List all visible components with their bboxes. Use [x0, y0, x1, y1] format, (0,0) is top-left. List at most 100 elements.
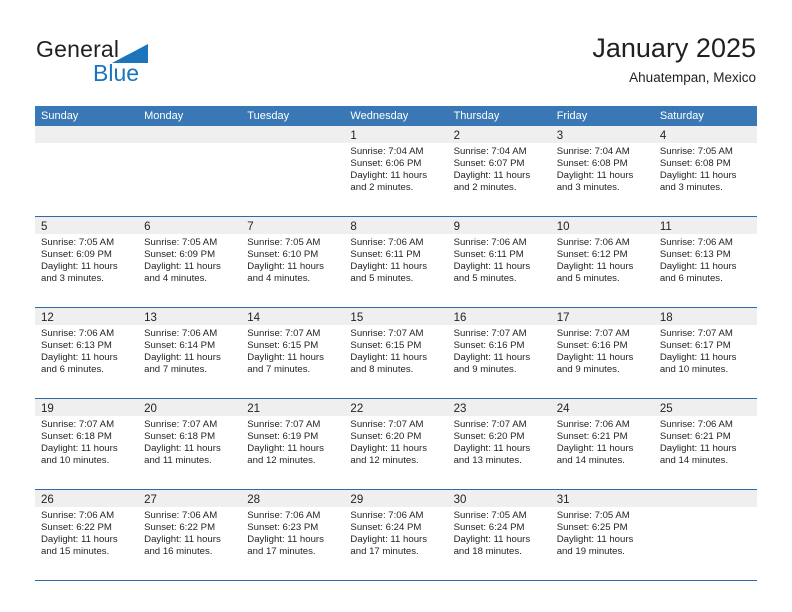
sunset-text: Sunset: 6:22 PM — [41, 522, 112, 534]
day-number: 7 — [247, 221, 254, 233]
sunrise-text: Sunrise: 7:07 AM — [453, 328, 527, 339]
day-cell[interactable]: 9 Sunrise: 7:06 AM Sunset: 6:11 PM Daylight… — [447, 217, 551, 307]
daylight-text-line2: and 5 minutes. — [556, 273, 620, 285]
day-number-band: 13 — [138, 308, 242, 325]
day-cell[interactable]: 1 Sunrise: 7:04 AM Sunset: 6:06 PM Daylight… — [344, 126, 448, 216]
day-sun-info: Sunrise: 7:07 AM Sunset: 6:20 PM Daylight:… — [344, 416, 447, 467]
general-blue-logo: General Blue — [36, 36, 256, 92]
day-number: 29 — [350, 494, 364, 506]
day-number-band — [653, 490, 757, 507]
daylight-text-line1: Daylight: 11 hours — [556, 534, 634, 546]
calendar-weeks: 1 Sunrise: 7:04 AM Sunset: 6:06 PM Daylight… — [35, 126, 757, 581]
daylight-text-line2: and 5 minutes. — [453, 273, 517, 285]
day-cell[interactable]: 3 Sunrise: 7:04 AM Sunset: 6:08 PM Daylight… — [550, 126, 654, 216]
daylight-text-line2: and 3 minutes. — [41, 273, 104, 285]
day-cell[interactable]: 24 Sunrise: 7:06 AM Sunset: 6:21 PM Dayligh… — [550, 399, 654, 489]
day-number: 20 — [144, 403, 157, 415]
daylight-text-line1: Daylight: 11 hours — [350, 170, 428, 182]
day-cell[interactable]: 29 Sunrise: 7:06 AM Sunset: 6:24 PM Dayligh… — [344, 490, 448, 580]
day-number: 16 — [453, 312, 467, 324]
daylight-text-line2: and 19 minutes. — [556, 546, 625, 558]
day-cell[interactable]: 17 Sunrise: 7:07 AM Sunset: 6:16 PM Dayligh… — [550, 308, 654, 398]
sunrise-text: Sunrise: 7:07 AM — [659, 328, 733, 339]
weekday-header-row: Sunday Monday Tuesday Wednesday Thursday Frid… — [35, 106, 757, 126]
day-cell[interactable]: 12 Sunrise: 7:06 AM Sunset: 6:13 PM Dayligh… — [35, 308, 139, 398]
day-cell[interactable]: 7 Sunrise: 7:05 AM Sunset: 6:10 PM Daylight… — [241, 217, 345, 307]
day-number-band — [138, 126, 242, 143]
sunrise-text: Sunrise: 7:06 AM — [659, 237, 733, 248]
daylight-text-line1: Daylight: 11 hours — [350, 352, 428, 364]
sunrise-text: Sunrise: 7:06 AM — [350, 237, 424, 248]
day-cell[interactable]: 16 Sunrise: 7:07 AM Sunset: 6:16 PM Dayligh… — [447, 308, 551, 398]
day-cell[interactable]: 28 Sunrise: 7:06 AM Sunset: 6:23 PM Dayligh… — [241, 490, 345, 580]
day-sun-info: Sunrise: 7:05 AM Sunset: 6:25 PM Daylight:… — [551, 507, 654, 558]
day-cell[interactable]: 4 Sunrise: 7:05 AM Sunset: 6:08 PM Daylight… — [653, 126, 757, 216]
day-cell[interactable]: 21 Sunrise: 7:07 AM Sunset: 6:19 PM Dayligh… — [241, 399, 345, 489]
day-number-band: 27 — [138, 490, 242, 507]
calendar-page: General Blue January 2025 Ahuatempan, Me… — [0, 0, 792, 612]
day-cell[interactable]: 6 Sunrise: 7:05 AM Sunset: 6:09 PM Daylight… — [138, 217, 242, 307]
sunset-text: Sunset: 6:17 PM — [659, 340, 731, 352]
day-cell[interactable]: 8 Sunrise: 7:06 AM Sunset: 6:11 PM Daylight… — [344, 217, 448, 307]
day-number: 4 — [659, 130, 667, 142]
daylight-text-line1: Daylight: 11 hours — [350, 534, 428, 546]
day-sun-info: Sunrise: 7:06 AM Sunset: 6:24 PM Daylight:… — [344, 507, 447, 558]
day-number-band: 23 — [447, 399, 551, 416]
day-number-band: 16 — [447, 308, 551, 325]
daylight-text-line2: and 10 minutes. — [41, 455, 110, 467]
day-cell[interactable]: 25 Sunrise: 7:06 AM Sunset: 6:21 PM Dayligh… — [653, 399, 757, 489]
day-cell[interactable]: 15 Sunrise: 7:07 AM Sunset: 6:15 PM Dayligh… — [344, 308, 448, 398]
daylight-text-line1: Daylight: 11 hours — [247, 261, 324, 273]
sunrise-text: Sunrise: 7:07 AM — [350, 328, 424, 339]
day-cell[interactable]: 31 Sunrise: 7:05 AM Sunset: 6:25 PM Dayligh… — [550, 490, 654, 580]
weekday-header-friday: Friday — [556, 110, 588, 122]
daylight-text-line2: and 9 minutes. — [453, 364, 517, 376]
sunrise-text: Sunrise: 7:05 AM — [41, 237, 115, 248]
day-cell[interactable]: 20 Sunrise: 7:07 AM Sunset: 6:18 PM Dayligh… — [138, 399, 242, 489]
sunrise-text: Sunrise: 7:06 AM — [556, 419, 630, 430]
sunset-text: Sunset: 6:16 PM — [556, 340, 628, 352]
day-number-band — [35, 126, 139, 143]
day-cell[interactable]: 26 Sunrise: 7:06 AM Sunset: 6:22 PM Dayligh… — [35, 490, 139, 580]
sunset-text: Sunset: 6:11 PM — [350, 249, 421, 261]
day-cell[interactable]: 23 Sunrise: 7:07 AM Sunset: 6:20 PM Dayligh… — [447, 399, 551, 489]
day-cell[interactable]: 5 Sunrise: 7:05 AM Sunset: 6:09 PM Daylight… — [35, 217, 139, 307]
day-cell[interactable]: 27 Sunrise: 7:06 AM Sunset: 6:22 PM Dayligh… — [138, 490, 242, 580]
daylight-text-line1: Daylight: 11 hours — [659, 170, 737, 182]
day-cell[interactable]: 13 Sunrise: 7:06 AM Sunset: 6:14 PM Dayligh… — [138, 308, 242, 398]
daylight-text-line1: Daylight: 11 hours — [453, 170, 531, 182]
day-number-band: 5 — [35, 217, 139, 234]
day-cell[interactable]: 30 Sunrise: 7:05 AM Sunset: 6:24 PM Dayligh… — [447, 490, 551, 580]
day-cell[interactable]: 19 Sunrise: 7:07 AM Sunset: 6:18 PM Dayligh… — [35, 399, 139, 489]
daylight-text-line2: and 13 minutes. — [453, 455, 522, 467]
day-sun-info: Sunrise: 7:07 AM Sunset: 6:16 PM Daylight:… — [448, 325, 551, 376]
day-sun-info: Sunrise: 7:06 AM Sunset: 6:21 PM Daylight:… — [654, 416, 757, 467]
day-cell[interactable]: 14 Sunrise: 7:07 AM Sunset: 6:15 PM Dayligh… — [241, 308, 345, 398]
sunrise-text: Sunrise: 7:06 AM — [41, 328, 115, 339]
daylight-text-line1: Daylight: 11 hours — [144, 261, 221, 273]
daylight-text-line2: and 4 minutes. — [247, 273, 311, 285]
daylight-text-line1: Daylight: 11 hours — [659, 443, 737, 455]
day-sun-info: Sunrise: 7:07 AM Sunset: 6:20 PM Daylight:… — [448, 416, 551, 467]
sunrise-text: Sunrise: 7:07 AM — [41, 419, 115, 430]
day-cell[interactable]: 2 Sunrise: 7:04 AM Sunset: 6:07 PM Daylight… — [447, 126, 551, 216]
day-cell[interactable]: 18 Sunrise: 7:07 AM Sunset: 6:17 PM Dayligh… — [653, 308, 757, 398]
day-cell-empty — [653, 490, 757, 580]
sunset-text: Sunset: 6:12 PM — [556, 249, 628, 261]
daylight-text-line2: and 5 minutes. — [350, 273, 414, 285]
day-cell[interactable]: 11 Sunrise: 7:06 AM Sunset: 6:13 PM Dayligh… — [653, 217, 757, 307]
sunrise-text: Sunrise: 7:06 AM — [350, 510, 424, 521]
sunrise-text: Sunrise: 7:07 AM — [144, 419, 218, 430]
sunrise-text: Sunrise: 7:07 AM — [350, 419, 424, 430]
daylight-text-line2: and 9 minutes. — [556, 364, 620, 376]
daylight-text-line2: and 8 minutes. — [350, 364, 414, 376]
day-cell[interactable]: 10 Sunrise: 7:06 AM Sunset: 6:12 PM Dayligh… — [550, 217, 654, 307]
sunrise-text: Sunrise: 7:07 AM — [247, 328, 321, 339]
daylight-text-line2: and 12 minutes. — [247, 455, 316, 467]
sunset-text: Sunset: 6:06 PM — [350, 158, 422, 170]
sunset-text: Sunset: 6:09 PM — [41, 249, 112, 261]
day-cell[interactable]: 22 Sunrise: 7:07 AM Sunset: 6:20 PM Dayligh… — [344, 399, 448, 489]
daylight-text-line2: and 4 minutes. — [144, 273, 208, 285]
day-number-band: 31 — [550, 490, 654, 507]
sunset-text: Sunset: 6:19 PM — [247, 431, 319, 443]
